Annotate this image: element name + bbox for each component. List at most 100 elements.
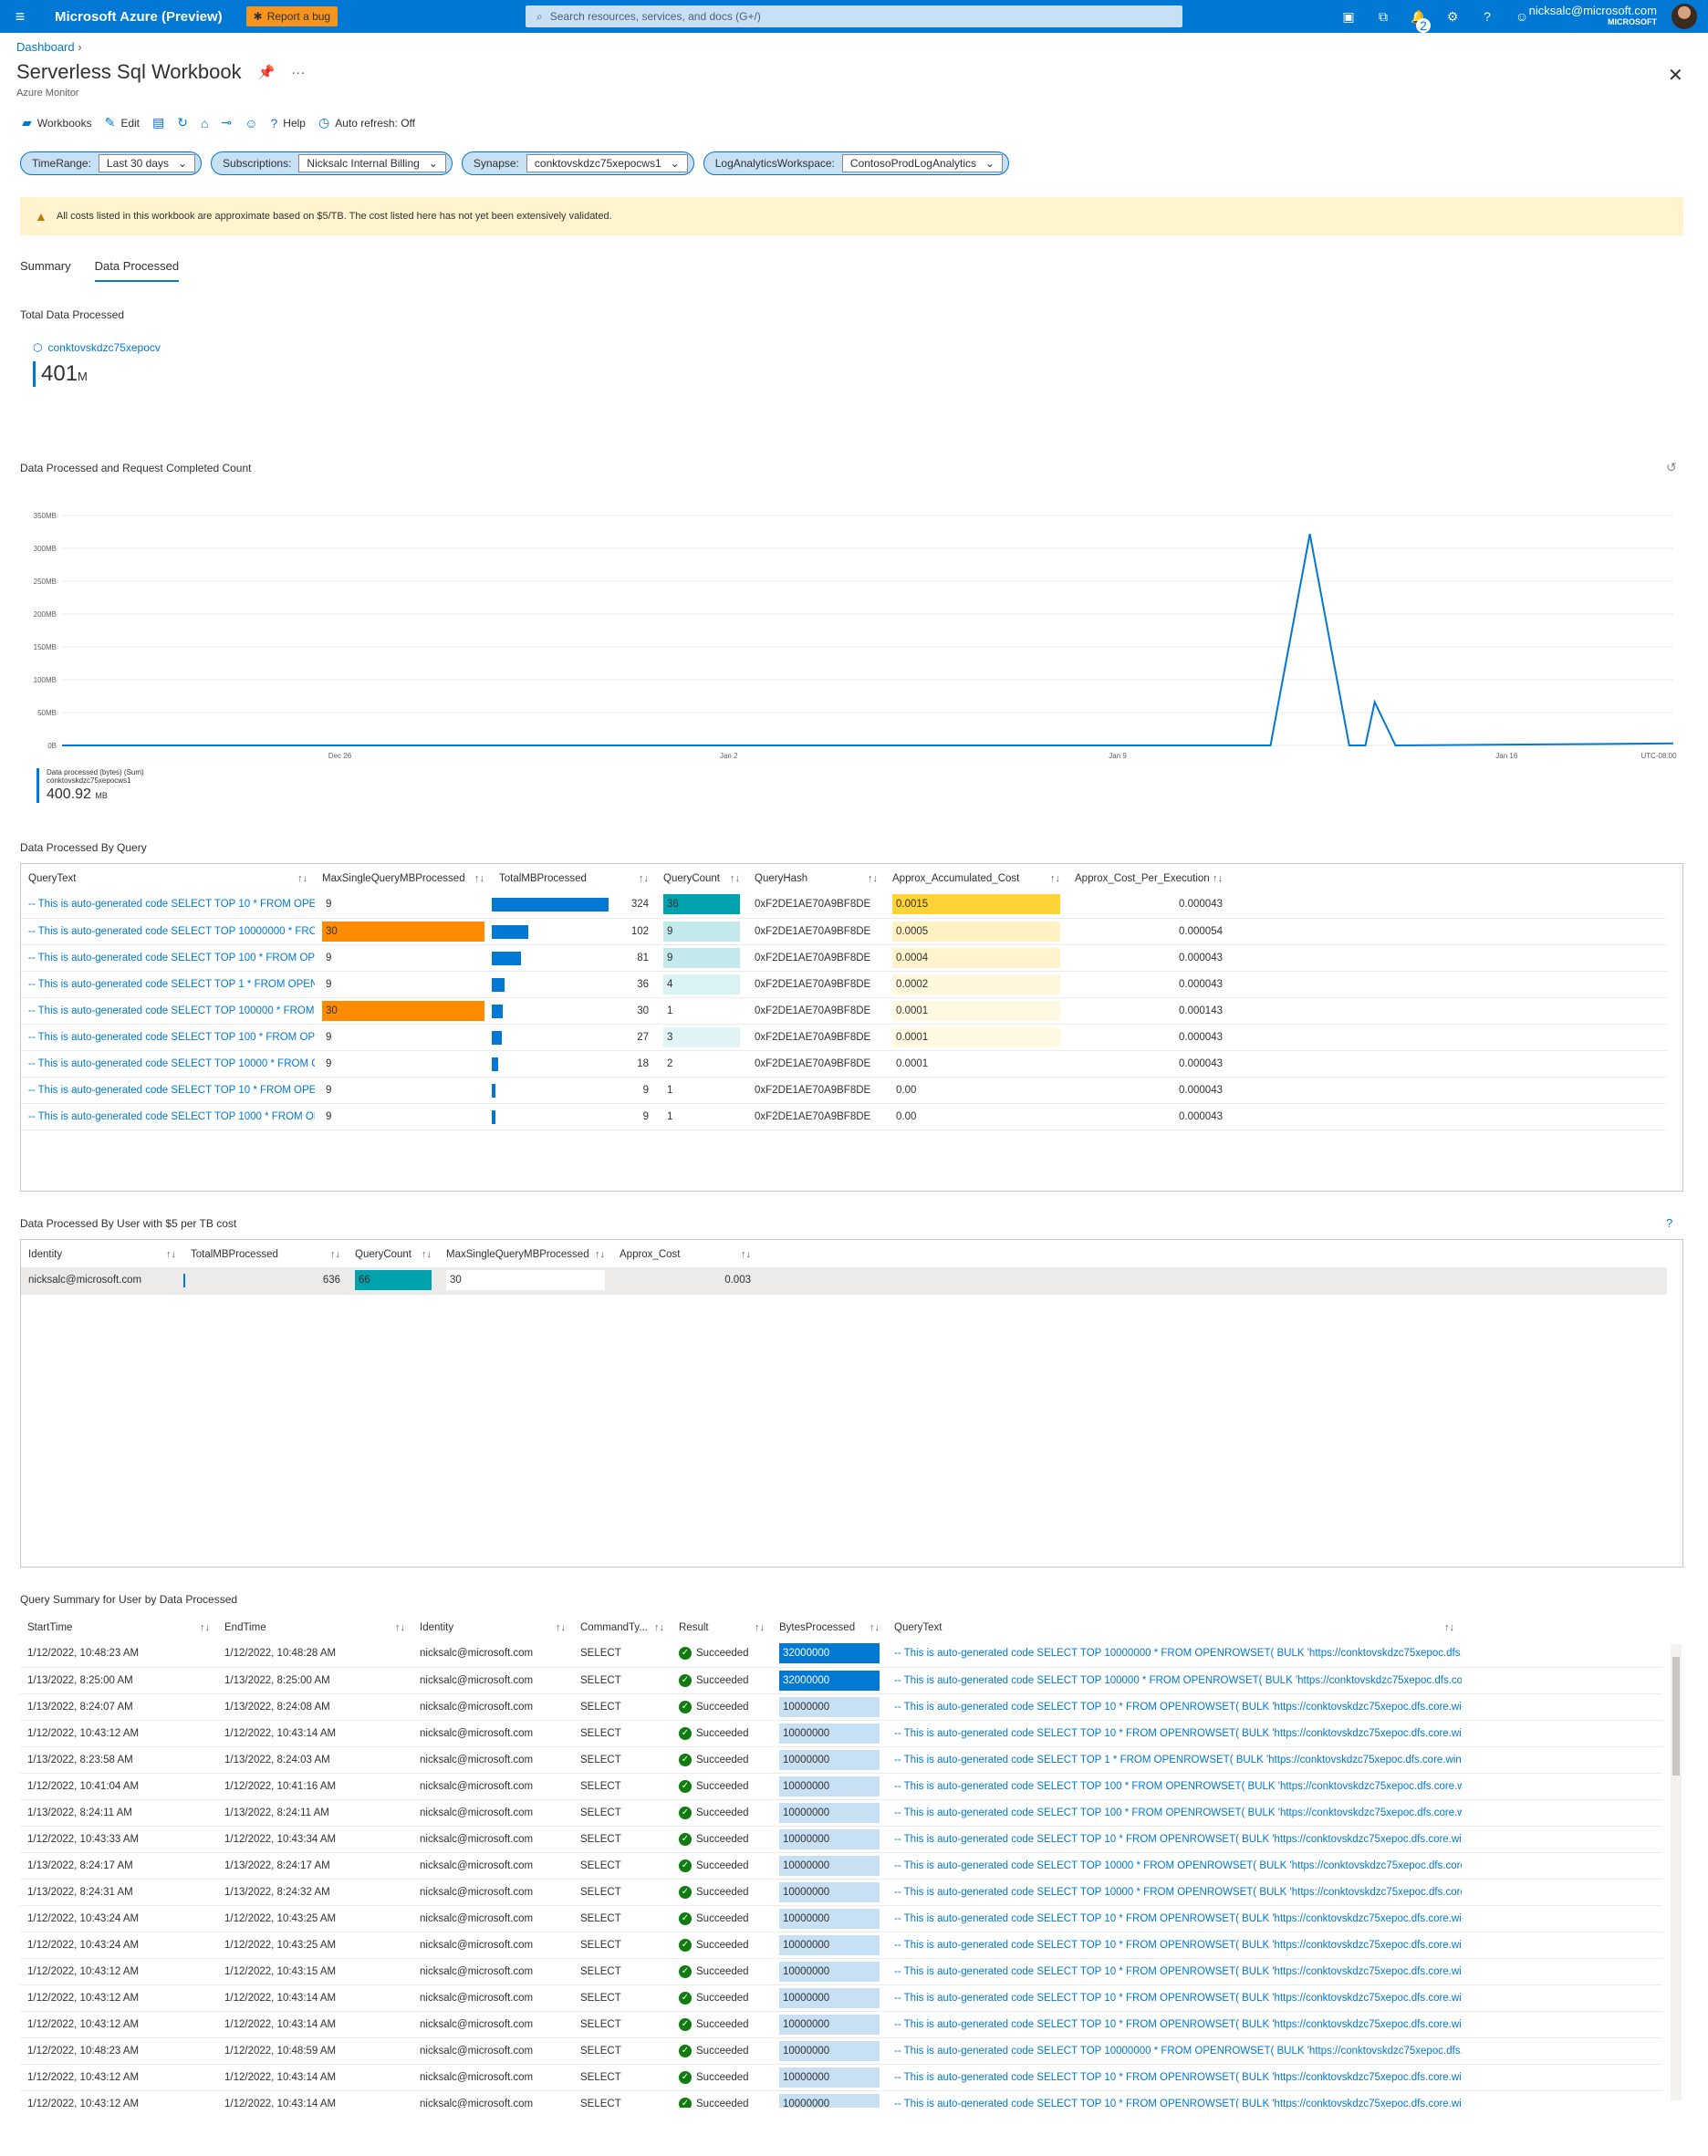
column-header-4[interactable]: QueryHash ↑↓: [747, 866, 885, 891]
table-row[interactable]: -- This is auto-generated code SELECT TO…: [21, 918, 1667, 945]
sort-icon[interactable]: ↑↓: [654, 1622, 664, 1633]
query-text-link[interactable]: -- This is auto-generated code SELECT TO…: [28, 1085, 315, 1096]
query-text-link[interactable]: -- This is auto-generated code SELECT TO…: [28, 979, 315, 990]
table-row[interactable]: 1/13/2022, 8:23:58 AM 1/13/2022, 8:24:03 …: [20, 1746, 1662, 1774]
table-row[interactable]: 1/12/2022, 10:48:23 AM 1/12/2022, 10:48:2…: [20, 1640, 1662, 1668]
query-text-link[interactable]: -- This is auto-generated code SELECT TO…: [28, 1032, 315, 1043]
param-synapse[interactable]: Synapse: conktovskdzc75xepocws1 ⌄: [461, 151, 694, 175]
cloud-shell-icon[interactable]: ▣: [1341, 9, 1356, 24]
account-menu[interactable]: nicksalc@microsoft.com MICROSOFT: [1529, 4, 1657, 26]
column-header-3[interactable]: CommandTy... ↑↓: [573, 1615, 672, 1640]
column-header-4[interactable]: Result ↑↓: [672, 1615, 772, 1640]
column-header-2[interactable]: TotalMBProcessed ↑↓: [492, 866, 656, 891]
table-row[interactable]: 1/12/2022, 10:43:12 AM 1/12/2022, 10:43:1…: [20, 1720, 1662, 1747]
param-dropdown[interactable]: conktovskdzc75xepocws1 ⌄: [526, 154, 688, 172]
table-row[interactable]: -- This is auto-generated code SELECT TO…: [21, 1050, 1667, 1078]
column-header-3[interactable]: QueryCount ↑↓: [656, 866, 747, 891]
table-row[interactable]: 1/13/2022, 8:24:07 AM 1/13/2022, 8:24:08 …: [20, 1693, 1662, 1721]
sort-icon[interactable]: ↑↓: [595, 1249, 605, 1260]
query-text-link[interactable]: -- This is auto-generated code SELECT TO…: [894, 2072, 1462, 2083]
query-text-link[interactable]: -- This is auto-generated code SELECT TO…: [28, 1111, 315, 1122]
sort-icon[interactable]: ↑↓: [1444, 1622, 1454, 1633]
sort-icon[interactable]: ↑↓: [200, 1622, 210, 1633]
menu-icon[interactable]: ≡: [0, 7, 40, 26]
sort-icon[interactable]: ↑↓: [868, 873, 878, 884]
sort-icon[interactable]: ↑↓: [330, 1249, 340, 1260]
table-row[interactable]: 1/12/2022, 10:43:24 AM 1/12/2022, 10:43:2…: [20, 1905, 1662, 1932]
sort-icon[interactable]: ↑↓: [1213, 873, 1223, 884]
avatar[interactable]: [1672, 4, 1697, 29]
query-text-link[interactable]: -- This is auto-generated code SELECT TO…: [894, 1887, 1462, 1898]
sort-icon[interactable]: ↑↓: [556, 1622, 566, 1633]
breadcrumb[interactable]: Dashboard ›: [16, 40, 82, 54]
query-text-link[interactable]: -- This is auto-generated code SELECT TO…: [894, 1913, 1462, 1924]
tab-data-processed[interactable]: Data Processed: [94, 259, 180, 282]
param-dropdown[interactable]: Nicksalc Internal Billing ⌄: [298, 154, 446, 172]
sort-icon[interactable]: ↑↓: [741, 1249, 751, 1260]
query-text-link[interactable]: -- This is auto-generated code SELECT TO…: [894, 1807, 1462, 1818]
table-row[interactable]: nicksalc@microsoft.com 636 66 30 0.003: [21, 1267, 1667, 1295]
column-header-3[interactable]: MaxSingleQueryMBProcessed ↑↓: [439, 1242, 612, 1267]
table-row[interactable]: 1/12/2022, 10:48:23 AM 1/12/2022, 10:48:5…: [20, 2037, 1662, 2065]
table-row[interactable]: 1/12/2022, 10:43:12 AM 1/12/2022, 10:43:1…: [20, 1984, 1662, 2012]
sort-icon[interactable]: ↑↓: [639, 873, 649, 884]
param-subscriptions[interactable]: Subscriptions: Nicksalc Internal Billing…: [211, 151, 453, 175]
table-row[interactable]: 1/12/2022, 10:43:12 AM 1/12/2022, 10:43:1…: [20, 2064, 1662, 2091]
table-row[interactable]: 1/13/2022, 8:24:11 AM 1/13/2022, 8:24:11 …: [20, 1799, 1662, 1827]
table-row[interactable]: 1/12/2022, 10:43:24 AM 1/12/2022, 10:43:2…: [20, 1932, 1662, 1959]
param-dropdown[interactable]: ContosoProdLogAnalytics ⌄: [841, 154, 1004, 172]
query-text-link[interactable]: -- This is auto-generated code SELECT TO…: [894, 1755, 1462, 1765]
column-header-2[interactable]: Identity ↑↓: [412, 1615, 573, 1640]
workbooks-button[interactable]: ▰ Workbooks: [22, 115, 92, 130]
sort-icon[interactable]: ↑↓: [422, 1249, 432, 1260]
query-text-link[interactable]: -- This is auto-generated code SELECT TO…: [894, 1648, 1462, 1659]
query-text-link[interactable]: -- This is auto-generated code SELECT TO…: [894, 1860, 1462, 1871]
settings-icon[interactable]: ⚙: [1445, 9, 1460, 24]
column-header-6[interactable]: QueryText ↑↓: [887, 1615, 1462, 1640]
resource-link[interactable]: ⬡ conktovskdzc75xepocv: [33, 341, 161, 354]
column-header-2[interactable]: QueryCount ↑↓: [348, 1242, 439, 1267]
query-text-link[interactable]: -- This is auto-generated code SELECT TO…: [28, 926, 315, 937]
sort-icon[interactable]: ↑↓: [395, 1622, 405, 1633]
more-icon[interactable]: ···: [291, 65, 305, 80]
query-text-link[interactable]: -- This is auto-generated code SELECT TO…: [894, 1940, 1462, 1951]
query-text-link[interactable]: -- This is auto-generated code SELECT TO…: [894, 1675, 1462, 1686]
close-icon[interactable]: ✕: [1668, 64, 1683, 87]
query-text-link[interactable]: -- This is auto-generated code SELECT TO…: [894, 1993, 1462, 2004]
column-header-0[interactable]: QueryText ↑↓: [21, 866, 315, 891]
column-header-5[interactable]: Approx_Accumulated_Cost ↑↓: [885, 866, 1068, 891]
help-button[interactable]: ? Help: [270, 116, 305, 130]
info-icon[interactable]: ?: [1666, 1216, 1672, 1230]
table-row[interactable]: -- This is auto-generated code SELECT TO…: [21, 1077, 1667, 1104]
sort-icon[interactable]: ↑↓: [297, 873, 307, 884]
table-row[interactable]: -- This is auto-generated code SELECT TO…: [21, 1024, 1667, 1051]
refresh-button[interactable]: ↻: [177, 115, 188, 130]
sort-icon[interactable]: ↑↓: [1050, 873, 1060, 884]
table-row[interactable]: -- This is auto-generated code SELECT TO…: [21, 891, 1667, 919]
sort-icon[interactable]: ↑↓: [166, 1249, 176, 1260]
table-row[interactable]: 1/12/2022, 10:43:12 AM 1/12/2022, 10:43:1…: [20, 2011, 1662, 2038]
table-row[interactable]: 1/12/2022, 10:41:04 AM 1/12/2022, 10:41:1…: [20, 1773, 1662, 1800]
sort-icon[interactable]: ↑↓: [474, 873, 484, 884]
pin-button[interactable]: ⊸: [221, 115, 232, 130]
edit-button[interactable]: ✎ Edit: [105, 115, 140, 130]
table-row[interactable]: 1/13/2022, 8:24:17 AM 1/13/2022, 8:24:17 …: [20, 1852, 1662, 1880]
breadcrumb-dashboard[interactable]: Dashboard: [16, 40, 75, 54]
sort-icon[interactable]: ↑↓: [730, 873, 740, 884]
scrollbar-thumb[interactable]: [1672, 1657, 1680, 1776]
summary-scrollbar[interactable]: [1671, 1644, 1682, 2100]
query-text-link[interactable]: -- This is auto-generated code SELECT TO…: [28, 1005, 315, 1016]
column-header-0[interactable]: Identity ↑↓: [21, 1242, 183, 1267]
column-header-5[interactable]: BytesProcessed ↑↓: [772, 1615, 887, 1640]
query-text-link[interactable]: -- This is auto-generated code SELECT TO…: [894, 1702, 1462, 1713]
query-text-link[interactable]: -- This is auto-generated code SELECT TO…: [28, 953, 315, 963]
table-row[interactable]: 1/13/2022, 8:25:00 AM 1/13/2022, 8:25:00 …: [20, 1667, 1662, 1694]
table-row[interactable]: 1/13/2022, 8:24:31 AM 1/13/2022, 8:24:32 …: [20, 1879, 1662, 1906]
table-row[interactable]: 1/12/2022, 10:43:33 AM 1/12/2022, 10:43:3…: [20, 1826, 1662, 1853]
feedback-icon[interactable]: ☺: [1515, 9, 1529, 24]
help-icon[interactable]: ?: [1480, 9, 1494, 24]
query-text-link[interactable]: -- This is auto-generated code SELECT TO…: [894, 2019, 1462, 2030]
portal-brand[interactable]: Microsoft Azure (Preview): [55, 9, 223, 25]
table-row[interactable]: -- This is auto-generated code SELECT TO…: [21, 1103, 1667, 1130]
directory-filter-icon[interactable]: ⧉: [1376, 9, 1390, 24]
